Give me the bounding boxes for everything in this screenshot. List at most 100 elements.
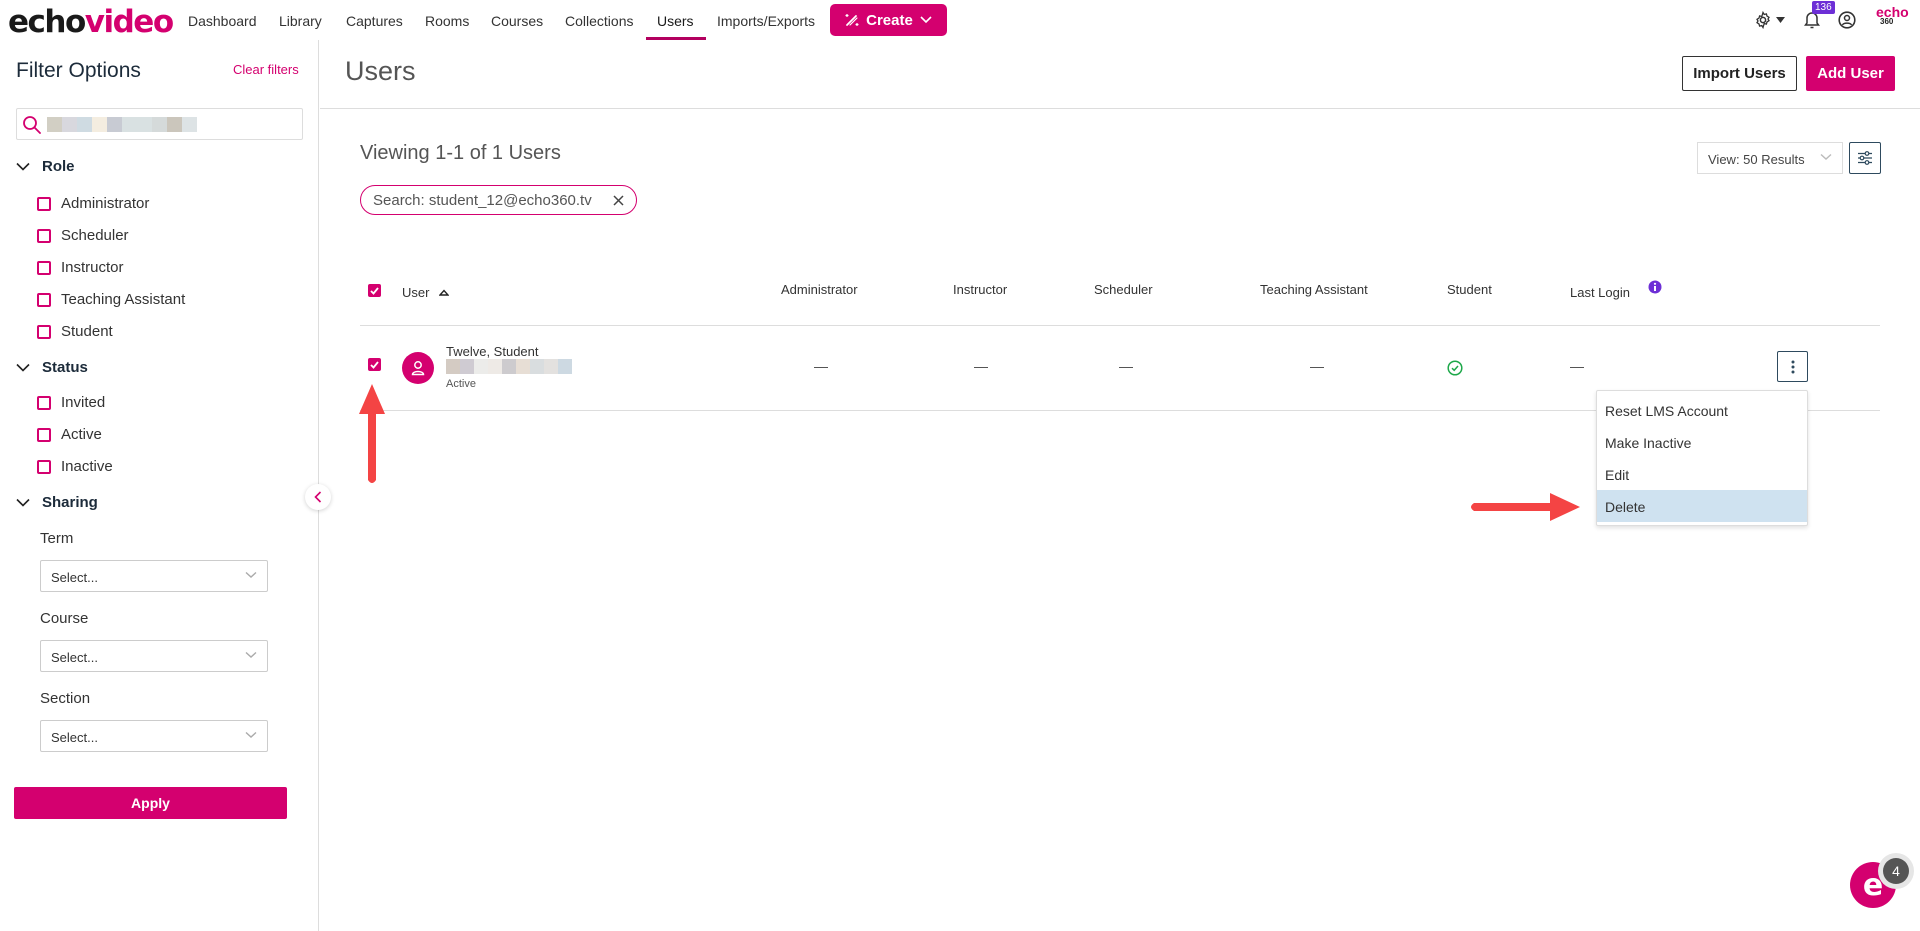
nav-collections[interactable]: Collections: [565, 13, 633, 29]
column-header-user[interactable]: User: [402, 285, 450, 300]
column-settings-button[interactable]: [1849, 142, 1881, 174]
chevron-down-icon: [245, 651, 257, 658]
avatar: [402, 352, 434, 384]
nav-imports-exports[interactable]: Imports/Exports: [717, 13, 815, 29]
column-header-instructor: Instructor: [953, 282, 1008, 297]
course-select[interactable]: Select...: [40, 640, 268, 672]
redacted-user-email: [446, 359, 572, 374]
chevron-down-icon: [16, 162, 30, 171]
chevron-down-icon: [16, 498, 30, 507]
header-divider: [320, 108, 1920, 109]
select-all-checkbox[interactable]: [368, 284, 381, 297]
nav-courses[interactable]: Courses: [491, 13, 543, 29]
row-checkbox[interactable]: [368, 358, 381, 371]
user-circle-icon[interactable]: [1838, 11, 1856, 29]
section-select[interactable]: Select...: [40, 720, 268, 752]
scheduler-empty: [1119, 367, 1133, 368]
instructor-empty: [974, 367, 988, 368]
column-header-administrator: Administrator: [781, 282, 858, 297]
sliders-icon: [1858, 151, 1872, 165]
status-inactive-checkbox[interactable]: Inactive: [37, 458, 113, 475]
add-user-button[interactable]: Add User: [1806, 56, 1895, 91]
role-administrator-checkbox[interactable]: Administrator: [37, 195, 149, 212]
role-scheduler-checkbox[interactable]: Scheduler: [37, 227, 129, 244]
table-header-divider: [360, 325, 1880, 326]
term-label: Term: [40, 530, 74, 547]
annotation-arrow-right-icon: [1471, 493, 1580, 521]
teaching-assistant-empty: [1310, 367, 1324, 368]
more-vertical-icon: [1791, 360, 1794, 373]
caret-down-icon[interactable]: [1776, 17, 1785, 23]
clear-filters-link[interactable]: Clear filters: [233, 62, 299, 77]
search-icon: [23, 116, 41, 134]
course-label: Course: [40, 610, 89, 627]
echo360-logo: echo 360: [1876, 4, 1909, 26]
checkbox[interactable]: [37, 324, 51, 339]
nav-rooms[interactable]: Rooms: [425, 13, 469, 29]
role-student-checkbox[interactable]: Student: [37, 323, 113, 340]
user-icon: [411, 361, 425, 376]
menu-item-delete[interactable]: Delete: [1597, 490, 1807, 522]
term-select[interactable]: Select...: [40, 560, 268, 592]
nav-dashboard[interactable]: Dashboard: [188, 13, 257, 29]
filter-sidebar: Filter Options Clear filters Role Admini…: [0, 40, 319, 931]
menu-item-edit[interactable]: Edit: [1597, 458, 1807, 490]
role-instructor-checkbox[interactable]: Instructor: [37, 259, 124, 276]
top-navigation: echovideo Dashboard Library Captures Roo…: [0, 0, 1920, 40]
results-count: Viewing 1-1 of 1 Users: [360, 142, 561, 164]
checkbox[interactable]: [37, 395, 51, 410]
results-per-page-select[interactable]: View: 50 Results: [1697, 142, 1843, 174]
annotation-arrow-up-icon: [359, 384, 385, 483]
check-circle-icon: [1447, 360, 1463, 376]
menu-item-reset-lms-account[interactable]: Reset LMS Account: [1597, 394, 1807, 426]
checkbox[interactable]: [37, 459, 51, 474]
checkbox[interactable]: [37, 292, 51, 307]
nav-library[interactable]: Library: [279, 13, 322, 29]
status-active-checkbox[interactable]: Active: [37, 426, 102, 443]
checkmark-icon: [370, 360, 379, 369]
notification-badge: 136: [1812, 1, 1835, 14]
column-header-last-login: Last Login: [1570, 285, 1630, 300]
create-button[interactable]: Create: [830, 4, 947, 36]
sharing-section-toggle[interactable]: Sharing: [16, 494, 98, 511]
collapse-sidebar-button[interactable]: [305, 484, 331, 510]
info-icon[interactable]: [1648, 280, 1662, 294]
column-header-student: Student: [1447, 282, 1492, 297]
close-icon[interactable]: [613, 194, 624, 206]
administrator-empty: [814, 367, 828, 368]
import-users-button[interactable]: Import Users: [1682, 56, 1797, 91]
chevron-down-icon: [16, 363, 30, 372]
chevron-down-icon: [245, 571, 257, 578]
checkmark-icon: [370, 286, 379, 295]
checkbox[interactable]: [37, 260, 51, 275]
echovideo-logo[interactable]: echovideo: [8, 4, 174, 40]
last-login-empty: [1570, 367, 1584, 368]
status-section-toggle[interactable]: Status: [16, 359, 88, 376]
row-actions-menu: Reset LMS Account Make Inactive Edit Del…: [1596, 390, 1808, 526]
row-actions-button[interactable]: [1777, 351, 1808, 382]
user-status: Active: [446, 378, 476, 390]
user-name[interactable]: Twelve, Student: [446, 344, 539, 359]
checkbox[interactable]: [37, 427, 51, 442]
checkbox[interactable]: [37, 196, 51, 211]
status-invited-checkbox[interactable]: Invited: [37, 394, 105, 411]
active-tab-indicator: [646, 37, 706, 40]
column-header-teaching-assistant: Teaching Assistant: [1260, 282, 1368, 297]
apply-button[interactable]: Apply: [14, 787, 287, 819]
redacted-search-text: [47, 117, 197, 132]
nav-users[interactable]: Users: [657, 13, 694, 29]
filter-search-input[interactable]: [16, 108, 303, 140]
gear-icon[interactable]: [1754, 11, 1772, 29]
column-header-scheduler: Scheduler: [1094, 282, 1153, 297]
chevron-down-icon: [920, 16, 932, 24]
search-filter-chip[interactable]: Search: student_12@echo360.tv: [360, 185, 637, 215]
role-section-toggle[interactable]: Role: [16, 158, 75, 175]
nav-captures[interactable]: Captures: [346, 13, 403, 29]
role-teaching-assistant-checkbox[interactable]: Teaching Assistant: [37, 291, 185, 308]
chat-unread-badge: 4: [1883, 858, 1909, 884]
chevron-left-icon: [314, 491, 322, 503]
sort-ascending-icon[interactable]: [439, 289, 450, 296]
checkbox[interactable]: [37, 228, 51, 243]
chevron-down-icon: [1820, 153, 1832, 160]
menu-item-make-inactive[interactable]: Make Inactive: [1597, 426, 1807, 458]
